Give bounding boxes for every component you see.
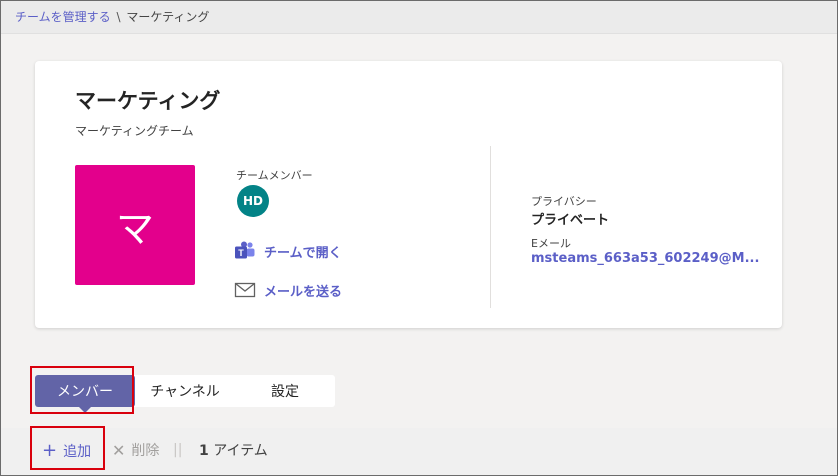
team-name: マーケティング — [75, 89, 221, 113]
toolbar-separator: || — [173, 442, 183, 458]
email-label: Eメール — [531, 237, 571, 250]
breadcrumb-manage-teams-link[interactable]: チームを管理する — [15, 10, 111, 24]
send-mail-label: メールを送る — [264, 284, 343, 300]
member-avatar[interactable]: HD — [237, 185, 269, 217]
teams-icon: T — [234, 240, 256, 262]
delete-member-button[interactable]: ✕ 削除 — [112, 440, 159, 460]
svg-text:T: T — [238, 248, 244, 258]
team-description: マーケティングチーム — [75, 124, 194, 138]
breadcrumb-separator: \ — [116, 10, 121, 24]
item-count-number: 1 — [199, 443, 209, 459]
send-mail-link[interactable]: メールを送る — [234, 279, 342, 301]
top-bar: チームを管理する \ マーケティング — [1, 1, 837, 34]
card-divider — [490, 146, 491, 308]
team-members-label: チームメンバー — [236, 169, 313, 182]
mail-icon — [234, 279, 256, 301]
delete-member-label: 削除 — [131, 443, 160, 459]
members-toolbar: + 追加 ✕ 削除 || 1 アイテム — [1, 428, 837, 475]
team-avatar-letter: マ — [115, 206, 154, 251]
tab-settings[interactable]: 設定 — [235, 375, 335, 407]
open-in-teams-label: チームで開く — [264, 245, 342, 261]
open-in-teams-link[interactable]: T チームで開く — [234, 240, 342, 262]
tab-channels[interactable]: チャンネル — [135, 375, 235, 407]
breadcrumb-current: マーケティング — [126, 10, 210, 24]
highlight-add-button — [30, 426, 105, 470]
privacy-label: プライバシー — [531, 195, 597, 208]
highlight-members-tab — [30, 366, 134, 414]
breadcrumb: チームを管理する \ マーケティング — [15, 8, 209, 25]
privacy-value: プライベート — [531, 213, 610, 228]
email-value[interactable]: msteams_663a53_602249@M... — [531, 251, 759, 266]
close-icon: ✕ — [112, 440, 126, 460]
item-count: 1 アイテム — [199, 440, 268, 460]
team-info-card: マーケティング マーケティングチーム マ チームメンバー HD T チームで開く… — [35, 61, 782, 328]
item-count-unit: アイテム — [213, 443, 268, 459]
team-avatar: マ — [75, 165, 195, 285]
